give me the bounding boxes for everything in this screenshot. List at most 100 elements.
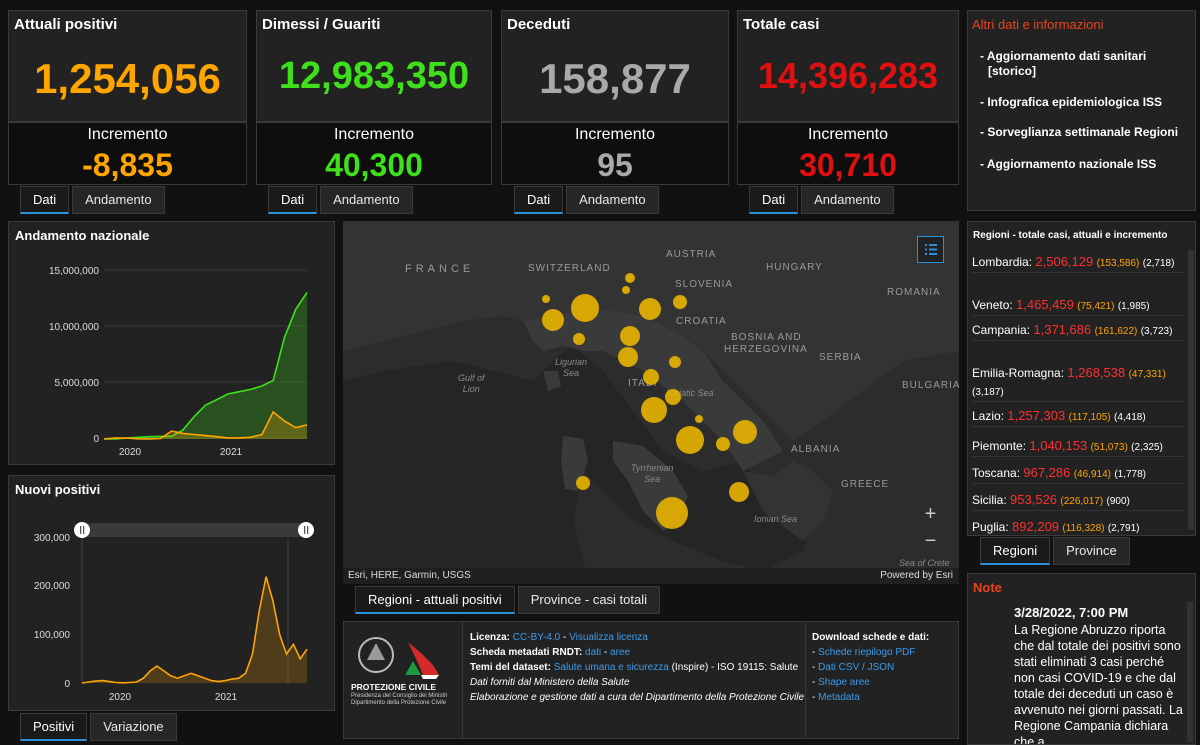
logo-caption-3: Dipartimento della Protezione Civile (351, 700, 447, 706)
range-slider-handle-right[interactable] (298, 522, 314, 538)
region-row[interactable]: Lombardia: 2,506,129 (153,586) (2,718) (972, 254, 1184, 273)
map-legend-button[interactable] (917, 236, 944, 263)
zoom-in-button[interactable]: + (918, 502, 943, 527)
tab-regioni-attuali[interactable]: Regioni - attuali positivi (355, 586, 515, 614)
visualizza-licenza-link[interactable]: Visualizza licenza (569, 632, 648, 643)
region-row[interactable]: Veneto: 1,465,459 (75,421) (1,985) (972, 297, 1184, 316)
download-metadata-link[interactable]: Metadata (818, 692, 860, 703)
map-bubble-piemonte[interactable] (542, 309, 564, 331)
new-cases-tabs: Positivi Variazione (20, 713, 180, 741)
region-active: (47,331) (1128, 369, 1166, 380)
region-name: Piemonte: (972, 439, 1027, 453)
map-bubble-sicilia[interactable] (656, 497, 688, 529)
themes-line: Temi del dataset: Salute umana e sicurez… (470, 660, 805, 675)
tab-dati[interactable]: Dati (20, 186, 70, 214)
region-increment: (4,418) (1113, 412, 1146, 423)
download-item: - Metadata (812, 692, 860, 703)
download-pdf-link[interactable]: Schede riepilogo PDF (818, 647, 915, 658)
region-name: Lazio: (972, 409, 1005, 423)
tab-positivi[interactable]: Positivi (20, 713, 88, 741)
map-bubble-aosta[interactable] (542, 295, 550, 303)
tab-variazione[interactable]: Variazione (90, 713, 177, 741)
map-bubble-bolzano[interactable] (622, 286, 630, 294)
map-bubble-liguria[interactable] (573, 333, 585, 345)
link-infografica-iss[interactable]: - Infografica epidemiologica ISS (980, 95, 1162, 110)
region-active: (116,328) (1062, 523, 1105, 534)
map-bubble-lombardia[interactable] (571, 294, 599, 322)
tab-dati[interactable]: Dati (514, 186, 564, 214)
map-bubble-campania[interactable] (676, 426, 704, 454)
trend-chart: 15,000,000 10,000,000 5,000,000 0 2020 2… (49, 266, 308, 458)
link-aggiornamento-iss[interactable]: - Aggiornamento nazionale ISS (980, 157, 1156, 172)
metadati-aree-link[interactable]: aree (610, 647, 630, 658)
download-item: - Shape aree (812, 677, 870, 688)
region-row[interactable]: Toscana: 967,286 (46,914) (1,778) (972, 465, 1184, 484)
map-bubbles (542, 273, 757, 529)
region-row[interactable]: Piemonte: 1,040,153 (51,073) (2,325) (972, 438, 1184, 457)
tab-andamento[interactable]: Andamento (801, 186, 894, 214)
kpi-attuali-inc-label: Incremento (87, 126, 168, 143)
tab-andamento[interactable]: Andamento (566, 186, 659, 214)
trend-y-tick: 0 (93, 434, 99, 445)
tab-dati[interactable]: Dati (749, 186, 799, 214)
temi-link[interactable]: Salute umana e sicurezza (554, 662, 669, 673)
map-bubble-basilicata[interactable] (716, 437, 730, 451)
map-bubble-emilia[interactable] (620, 326, 640, 346)
kpi-attuali-tabs: Dati Andamento (20, 186, 168, 214)
kpi-attuali-value: 1,254,056 (34, 55, 221, 102)
trend-x-tick: 2020 (119, 447, 142, 458)
map-bubble-puglia[interactable] (733, 420, 757, 444)
map-bubble-marche[interactable] (669, 356, 681, 368)
map-bubble-molise[interactable] (695, 415, 703, 423)
tab-province-casi[interactable]: Province - casi totali (517, 586, 661, 614)
map-bubble-toscana[interactable] (618, 347, 638, 367)
note-text: La Regione Abruzzo riporta che dal total… (1014, 623, 1183, 745)
region-row[interactable]: Puglia: 892,209 (116,328) (2,791) (972, 519, 1184, 535)
download-title: Download schede e dati: (812, 632, 930, 643)
new-x-tick: 2020 (109, 692, 132, 703)
tab-regioni[interactable]: Regioni (980, 537, 1051, 565)
footer-license-block: Licenza: CC-BY-4.0 - Visualizza licenza … (470, 630, 805, 705)
metadati-dati-link[interactable]: dati (585, 647, 601, 658)
zoom-out-button[interactable]: − (918, 529, 943, 554)
link-storico[interactable]: [storico] (988, 64, 1036, 79)
kpi-dimessi-tabs: Dati Andamento (268, 186, 416, 214)
link-sorveglianza-regioni[interactable]: - Sorveglianza settimanale Regioni (980, 125, 1178, 140)
tab-dati[interactable]: Dati (268, 186, 318, 214)
map-bubble-sardegna[interactable] (576, 476, 590, 490)
new-cases-panel: Nuovi positivi 300,000 200,000 100,000 0… (8, 475, 335, 711)
license-line: Licenza: CC-BY-4.0 - Visualizza licenza (470, 632, 648, 643)
download-item: - Schede riepilogo PDF (812, 647, 916, 658)
handle-grip-icon (304, 526, 306, 534)
region-row[interactable]: Lazio: 1,257,303 (117,105) (4,418) (972, 408, 1184, 427)
tab-andamento[interactable]: Andamento (320, 186, 413, 214)
note-scrollbar[interactable] (1187, 602, 1193, 742)
map-bubble-calabria[interactable] (729, 482, 749, 502)
map-bubble-abruzzo[interactable] (665, 389, 681, 405)
map-powered-by[interactable]: Powered by Esri (880, 570, 953, 581)
regions-scrollbar[interactable] (1188, 250, 1194, 530)
region-row[interactable]: Campania: 1,371,686 (161,622) (3,723) (972, 322, 1184, 341)
kpi-attuali-card: Attuali positivi 1,254,056 (8, 10, 247, 122)
map-bubble-trentino[interactable] (625, 273, 635, 283)
tab-province[interactable]: Province (1053, 537, 1130, 565)
map-bubble-veneto[interactable] (639, 298, 661, 320)
region-row[interactable]: Emilia-Romagna: 1,268,538 (47,331) (3,18… (972, 365, 1184, 402)
map-bubble-lazio[interactable] (641, 397, 667, 423)
download-csv-link[interactable]: Dati CSV / JSON (818, 662, 894, 673)
map-bubble-umbria[interactable] (643, 369, 659, 385)
tab-andamento[interactable]: Andamento (72, 186, 165, 214)
map-bubble-friuli[interactable] (673, 295, 687, 309)
download-shape-link[interactable]: Shape aree (818, 677, 870, 688)
region-total: 2,506,129 (1035, 254, 1094, 269)
licenza-value-link[interactable]: CC-BY-4.0 (513, 632, 560, 643)
map-attribution: Esri, HERE, Garmin, USGS (348, 570, 471, 581)
range-slider-handle-left[interactable] (74, 522, 90, 538)
metadata-line: Scheda metadati RNDT: dati - aree (470, 647, 631, 658)
region-increment: (2,718) (1142, 258, 1175, 269)
region-name: Puglia: (972, 520, 1009, 534)
link-aggiornamento-dati[interactable]: - Aggiornamento dati sanitari (980, 49, 1146, 64)
region-row[interactable]: Sicilia: 953,526 (226,017) (900) (972, 492, 1184, 511)
map-view[interactable]: FRANCE SWITZERLAND AUSTRIA SLOVENIA HUNG… (343, 221, 959, 584)
range-slider-track[interactable] (82, 523, 307, 537)
